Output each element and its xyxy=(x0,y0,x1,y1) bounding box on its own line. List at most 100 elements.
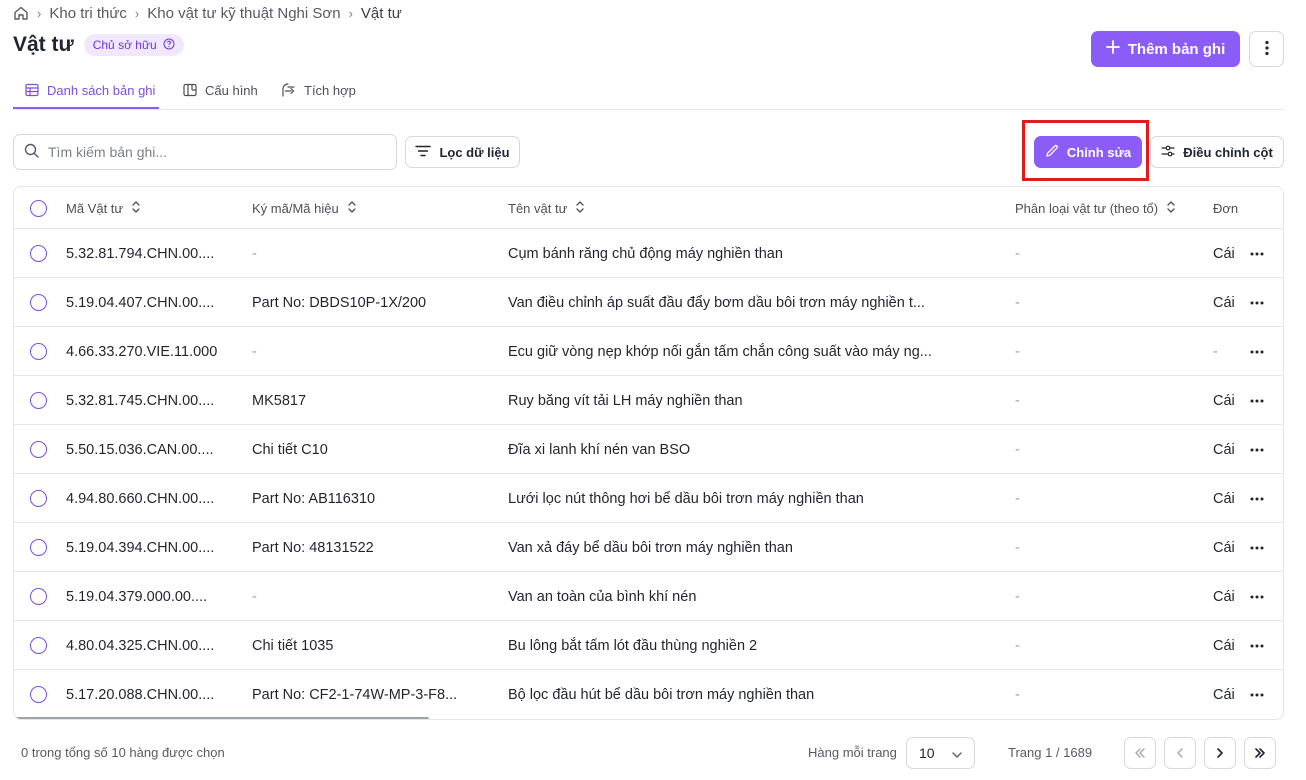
table-row[interactable]: 5.19.04.379.000.00.... - Van an toàn của… xyxy=(14,572,1283,621)
last-page-button[interactable] xyxy=(1244,737,1276,769)
row-actions-icon[interactable] xyxy=(1250,670,1264,719)
table-row[interactable]: 5.50.15.036.CAN.00.... Chi tiết C10 Đĩa … xyxy=(14,425,1283,474)
table-row[interactable]: 4.94.80.660.CHN.00.... Part No: AB116310… xyxy=(14,474,1283,523)
row-select-radio[interactable] xyxy=(30,588,47,605)
cell-name: Cụm bánh răng chủ động máy nghiền than xyxy=(508,245,783,262)
more-options-button[interactable] xyxy=(1249,31,1284,67)
table-row[interactable]: 5.32.81.794.CHN.00.... - Cụm bánh răng c… xyxy=(14,229,1283,278)
column-header-code[interactable]: Mã Vật tư xyxy=(66,187,141,229)
row-select-radio[interactable] xyxy=(30,637,47,654)
table-icon xyxy=(25,83,39,100)
edit-button[interactable]: Chỉnh sửa xyxy=(1034,136,1142,168)
integration-icon xyxy=(281,83,296,100)
breadcrumb: › Kho tri thức › Kho vật tư kỹ thuật Ngh… xyxy=(13,4,402,22)
row-actions-icon[interactable] xyxy=(1250,376,1264,425)
cell-category: - xyxy=(1015,441,1020,458)
table-row[interactable]: 5.19.04.394.CHN.00.... Part No: 48131522… xyxy=(14,523,1283,572)
cell-category: - xyxy=(1015,245,1020,262)
row-select-radio[interactable] xyxy=(30,294,47,311)
table-row[interactable]: 4.80.04.325.CHN.00.... Chi tiết 1035 Bu … xyxy=(14,621,1283,670)
table-row[interactable]: 4.66.33.270.VIE.11.000 - Ecu giữ vòng nẹ… xyxy=(14,327,1283,376)
row-select-radio[interactable] xyxy=(30,441,47,458)
cell-code: 4.80.04.325.CHN.00.... xyxy=(66,637,215,654)
table-header: Mã Vật tư Ký mã/Mã hiệu Tên vật tư Phân … xyxy=(14,187,1283,229)
previous-page-button[interactable] xyxy=(1164,737,1196,769)
row-actions-icon[interactable] xyxy=(1250,425,1264,474)
next-page-button[interactable] xyxy=(1204,737,1236,769)
column-header-name[interactable]: Tên vật tư xyxy=(508,187,585,229)
sort-icon[interactable] xyxy=(131,200,141,217)
row-actions-icon[interactable] xyxy=(1250,229,1264,278)
chevron-right-icon: › xyxy=(348,5,353,21)
adjust-columns-button[interactable]: Điều chỉnh cột xyxy=(1150,136,1284,168)
row-select-radio[interactable] xyxy=(30,686,47,703)
row-select-radio[interactable] xyxy=(30,392,47,409)
adjust-columns-label: Điều chỉnh cột xyxy=(1183,144,1273,160)
row-actions-icon[interactable] xyxy=(1250,474,1264,523)
chevron-right-icon: › xyxy=(134,5,140,21)
tab-label: Cấu hình xyxy=(205,83,258,98)
add-record-label: Thêm bản ghi xyxy=(1127,40,1226,58)
cell-category: - xyxy=(1015,637,1020,654)
home-icon[interactable] xyxy=(13,5,29,21)
cell-name: Van điều chỉnh áp suất đầu đẩy bơm dầu b… xyxy=(508,294,925,311)
chevrons-right-icon xyxy=(1254,745,1266,761)
row-actions-icon[interactable] xyxy=(1250,621,1264,670)
select-all-radio[interactable] xyxy=(30,200,47,217)
cell-name: Ecu giữ vòng nẹp khớp nối gắn tấm chắn c… xyxy=(508,343,932,360)
horizontal-scrollbar[interactable] xyxy=(14,717,429,719)
page-info: Trang 1 / 1689 xyxy=(1008,745,1093,760)
owner-badge: Chủ sở hữu xyxy=(83,34,184,56)
sort-icon[interactable] xyxy=(347,200,357,217)
selection-count: 0 trong tổng số 10 hàng được chọn xyxy=(21,745,225,760)
rows-per-page-select[interactable]: 10 xyxy=(906,737,975,769)
chevron-right-icon xyxy=(1216,745,1224,761)
filter-button[interactable]: Lọc dữ liệu xyxy=(405,136,520,168)
cell-code: 5.19.04.379.000.00.... xyxy=(66,588,208,605)
pencil-icon xyxy=(1045,144,1059,161)
table-row[interactable]: 5.17.20.088.CHN.00.... Part No: CF2-1-74… xyxy=(14,670,1283,719)
breadcrumb-current: Vật tư xyxy=(360,4,402,22)
cell-code: 5.17.20.088.CHN.00.... xyxy=(66,686,215,703)
row-actions-icon[interactable] xyxy=(1250,278,1264,327)
breadcrumb-item-knowledge[interactable]: Kho tri thức xyxy=(49,5,127,22)
row-select-radio[interactable] xyxy=(30,343,47,360)
cell-symbol: Part No: 48131522 xyxy=(252,539,374,556)
tab-record-list[interactable]: Danh sách bản ghi xyxy=(13,78,159,109)
table-row[interactable]: 5.19.04.407.CHN.00.... Part No: DBDS10P-… xyxy=(14,278,1283,327)
column-header-category[interactable]: Phân loại vật tư (theo tổ) xyxy=(1015,187,1176,229)
first-page-button[interactable] xyxy=(1124,737,1156,769)
column-header-symbol[interactable]: Ký mã/Mã hiệu xyxy=(252,187,357,229)
cell-unit: Cái xyxy=(1213,588,1235,605)
tab-label: Danh sách bản ghi xyxy=(47,83,156,98)
tab-configuration[interactable]: Cấu hình xyxy=(183,78,258,110)
chevron-left-icon xyxy=(1176,745,1184,761)
search-input[interactable] xyxy=(48,144,368,160)
cell-unit: Cái xyxy=(1213,490,1235,507)
row-actions-icon[interactable] xyxy=(1250,572,1264,621)
title-row: Vật tư Chủ sở hữu xyxy=(13,33,184,57)
sort-icon[interactable] xyxy=(575,200,585,217)
column-header-unit[interactable]: Đơn xyxy=(1213,187,1238,229)
help-icon[interactable] xyxy=(163,38,175,53)
breadcrumb-item-warehouse[interactable]: Kho vật tư kỹ thuật Nghi Sơn xyxy=(147,5,340,22)
cell-category: - xyxy=(1015,294,1020,311)
tab-integration[interactable]: Tích hợp xyxy=(281,78,356,110)
table-row[interactable]: 5.32.81.745.CHN.00.... MK5817 Ruy băng v… xyxy=(14,376,1283,425)
add-record-button[interactable]: Thêm bản ghi xyxy=(1091,31,1240,67)
cell-symbol: Chi tiết 1035 xyxy=(252,637,334,654)
cell-name: Đĩa xi lanh khí nén van BSO xyxy=(508,441,691,458)
cell-category: - xyxy=(1015,539,1020,556)
cell-code: 5.19.04.394.CHN.00.... xyxy=(66,539,215,556)
row-actions-icon[interactable] xyxy=(1250,523,1264,572)
row-actions-icon[interactable] xyxy=(1250,327,1264,376)
row-select-radio[interactable] xyxy=(30,490,47,507)
row-select-radio[interactable] xyxy=(30,245,47,262)
cell-name: Ruy băng vít tải LH máy nghiền than xyxy=(508,392,743,409)
layout-icon xyxy=(183,83,197,100)
page-title: Vật tư xyxy=(13,33,74,56)
cell-symbol: Part No: AB116310 xyxy=(252,490,376,507)
row-select-radio[interactable] xyxy=(30,539,47,556)
sort-icon[interactable] xyxy=(1166,200,1176,217)
chevron-down-icon xyxy=(952,745,962,761)
